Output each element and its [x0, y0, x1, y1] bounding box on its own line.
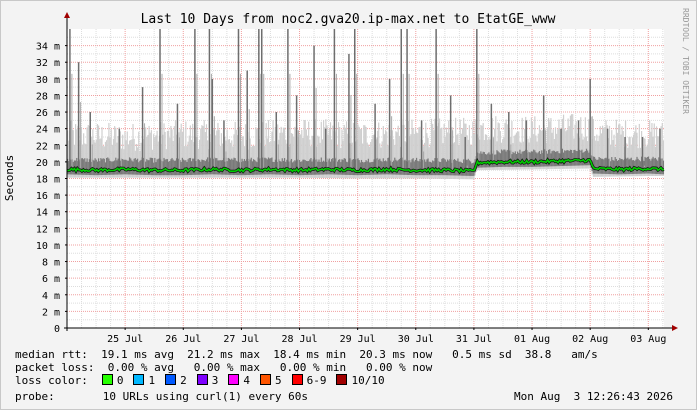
loss-color-item: 0 — [101, 374, 124, 387]
x-tick-label: 02 Aug — [572, 334, 608, 345]
loss-color-label-text: 2 — [180, 374, 187, 387]
loss-stats: packet loss: 0.00 % avg 0.00 % max 0.00 … — [15, 361, 433, 374]
loss-color-label-text: 6-9 — [306, 374, 327, 387]
probe-label: probe: — [15, 390, 55, 403]
x-tick-label: 01 Aug — [514, 334, 550, 345]
loss-color-swatch — [196, 374, 208, 385]
loss-color-legend: loss color: 0 1 2 3 4 5 6-9 10/10 — [15, 374, 395, 387]
y-tick-label: 34 m — [36, 42, 60, 53]
x-tick-label: 31 Jul — [456, 334, 492, 345]
watermark: RRDTOOL / TOBI OETIKER — [681, 8, 690, 114]
y-tick-label: 30 m — [36, 75, 60, 86]
x-tick-label: 30 Jul — [398, 334, 434, 345]
loss-color-swatch — [291, 374, 303, 385]
y-tick-label: 14 m — [36, 208, 60, 219]
y-tick-label: 12 m — [36, 224, 60, 235]
loss-color-label-text: 1 — [148, 374, 156, 387]
timestamp: Mon Aug 3 12:26:43 2026 — [514, 390, 673, 403]
loss-color-label-text: 4 — [243, 374, 250, 387]
loss-color-swatch — [336, 374, 348, 385]
x-tick-label: 03 Aug — [630, 334, 666, 345]
loss-color-item: 6-9 — [291, 374, 327, 387]
y-tick-label: 22 m — [36, 141, 60, 152]
loss-color-swatch — [259, 374, 271, 385]
y-tick-label: 0 — [54, 324, 60, 335]
loss-color-item: 5 — [259, 374, 282, 387]
y-axis-arrow — [64, 12, 70, 18]
latency-chart: 0 2 m 4 m 6 m 8 m 10 m 12 m 14 m 16 m 18 m 20 m 22 … — [3, 8, 690, 345]
loss-color-swatch — [165, 374, 177, 385]
y-tick-label: 20 m — [36, 158, 60, 169]
probe-info: probe: 10 URLs using curl(1) every 60s — [15, 390, 308, 403]
loss-color-label-text: 0 — [116, 374, 124, 387]
y-axis-label: Seconds — [3, 155, 16, 201]
loss-color-item: 10/10 — [336, 374, 385, 387]
chart-title: Last 10 Days from noc2.gva20.ip-max.net … — [141, 12, 556, 27]
y-tick-label: 8 m — [42, 258, 60, 269]
loss-color-item: 3 — [196, 374, 219, 387]
y-tick-label: 28 m — [36, 91, 60, 102]
x-axis-arrow — [672, 325, 678, 331]
x-tick-label: 27 Jul — [223, 334, 259, 345]
y-tick-label: 4 m — [42, 291, 60, 302]
rtt-stats: median rtt: 19.1 ms avg 21.2 ms max 18.4… — [15, 348, 598, 361]
y-tick-label: 24 m — [36, 125, 60, 136]
y-tick-label: 2 m — [42, 307, 60, 318]
loss-color-swatch — [101, 374, 113, 385]
loss-color-item: 2 — [165, 374, 187, 387]
y-tick-label: 16 m — [36, 191, 60, 202]
loss-color-items: 0 1 2 3 4 5 6-9 10/10 — [101, 374, 395, 387]
y-tick-label: 18 m — [36, 175, 60, 186]
loss-color-swatch — [228, 374, 240, 385]
loss-color-label-text: 5 — [274, 374, 282, 387]
loss-color-item: 4 — [228, 374, 250, 387]
probe-text: 10 URLs using curl(1) every 60s — [102, 390, 309, 403]
y-tick-label: 26 m — [36, 108, 60, 119]
loss-color-label-text: 10/10 — [351, 374, 385, 387]
loss-color-label: loss color: — [15, 374, 88, 387]
y-tick-label: 32 m — [36, 58, 60, 69]
x-tick-label: 26 Jul — [165, 334, 201, 345]
loss-color-swatch — [133, 374, 145, 385]
loss-color-label-text: 3 — [211, 374, 219, 387]
loss-color-item: 1 — [133, 374, 155, 387]
x-tick-label: 29 Jul — [340, 334, 376, 345]
y-tick-label: 6 m — [42, 274, 60, 285]
y-tick-label: 10 m — [36, 241, 60, 252]
x-tick-label: 28 Jul — [281, 334, 317, 345]
x-tick-label: 25 Jul — [107, 334, 143, 345]
